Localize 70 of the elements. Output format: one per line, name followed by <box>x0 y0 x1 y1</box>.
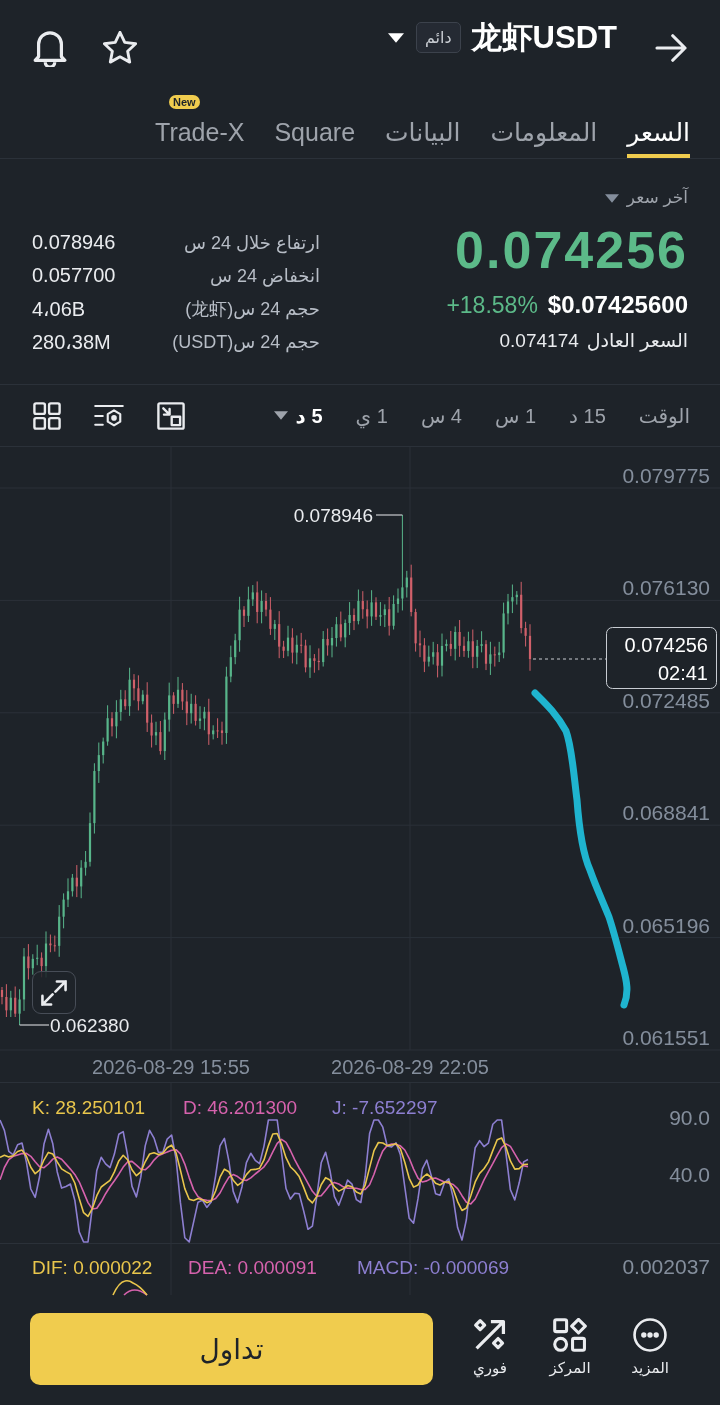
interval-tab[interactable]: الوقت <box>638 403 690 428</box>
indicator-axis-label: 90.0 <box>669 1106 710 1129</box>
more-button[interactable]: المزيد <box>610 1318 690 1377</box>
caret-icon[interactable] <box>387 32 404 43</box>
expand-icon <box>41 979 67 1006</box>
high-price-label: 0.078946 <box>293 505 373 526</box>
stat-label: حجم 24 س(USDT) <box>172 330 320 353</box>
low-leader-line <box>19 1024 50 1026</box>
last-price-tag-label: 0.074256 <box>624 634 708 656</box>
usd-price: $0.07425600 <box>547 290 688 320</box>
indicator-value-label: DIF: 0.000022 <box>32 1257 153 1278</box>
interval-dropdown[interactable]: 5 د <box>273 403 323 428</box>
expand-button[interactable] <box>32 971 76 1014</box>
indicator-axis-label: 0.002037 <box>622 1255 710 1278</box>
trade-button[interactable]: تداول <box>30 1313 433 1385</box>
tab[interactable]: Square <box>274 95 356 158</box>
countdown-label: 02:41 <box>657 662 708 684</box>
tab[interactable]: المعلومات <box>490 95 598 158</box>
dif-line <box>112 1279 148 1296</box>
indicator-axis-label: 40.0 <box>669 1163 710 1186</box>
stat-value: 0.057700 <box>32 264 116 287</box>
dea-line <box>123 1289 148 1296</box>
interval-tab[interactable]: 1 س <box>495 403 537 428</box>
tab[interactable]: السعر <box>627 95 690 158</box>
indicator-value-label: J: -7.652297 <box>332 1097 438 1118</box>
time-axis-label: 2026-08-29 15:55 <box>92 1056 250 1078</box>
diagonal-arrow-icon <box>473 1318 507 1352</box>
price-axis-label: 0.076130 <box>622 576 710 600</box>
resize-icon[interactable] <box>157 401 185 430</box>
new-badge: New <box>169 95 200 109</box>
last-price: 0.074256 <box>455 220 688 280</box>
stat-label: حجم 24 س(龙虾) <box>185 297 320 321</box>
grid-icon[interactable] <box>33 401 61 430</box>
price-axis-label: 0.068841 <box>622 801 710 825</box>
interval-tab[interactable]: 1 ي <box>355 403 388 428</box>
fair-price-label: السعر العادل <box>586 329 688 354</box>
star-icon[interactable] <box>103 30 137 65</box>
price-axis-label: 0.065196 <box>622 913 710 937</box>
bell-icon[interactable] <box>33 28 67 67</box>
interval-tab[interactable]: 4 س <box>420 403 462 428</box>
stat-value: 0.078946 <box>32 231 116 254</box>
stat-value: 280،38M <box>32 329 111 354</box>
tab[interactable]: البيانات <box>385 95 461 158</box>
high-leader-line <box>375 514 403 516</box>
more-icon <box>633 1318 667 1352</box>
price-axis-label: 0.072485 <box>622 688 710 712</box>
indicator-value-label: D: 46.201300 <box>183 1097 298 1118</box>
stat-value: 4،06B <box>32 296 86 321</box>
contract-badge: دائم <box>415 22 461 53</box>
price-type-dropdown[interactable]: آخر سعر <box>604 187 688 209</box>
fair-price-value: 0.074174 <box>499 329 579 353</box>
positions-button[interactable]: المركز <box>530 1318 610 1377</box>
price-change: +18.58% <box>446 291 538 320</box>
stat-label: انخفاض 24 س <box>210 264 320 287</box>
settings-icon[interactable] <box>94 402 124 429</box>
indicator-value-label: MACD: -0.000069 <box>357 1257 510 1278</box>
price-axis-label: 0.061551 <box>622 1026 710 1049</box>
arrow-icon[interactable] <box>655 33 687 62</box>
stat-label: ارتفاع خلال 24 س <box>184 231 320 254</box>
time-axis-label: 2026-08-29 22:05 <box>331 1056 489 1078</box>
instant-button[interactable]: فوري <box>450 1318 530 1377</box>
low-price-label: 0.062380 <box>50 1015 130 1036</box>
caret-icon <box>604 193 619 203</box>
indicator-value-label: DEA: 0.000091 <box>188 1257 317 1278</box>
pair-title: 龙虾USDT <box>470 18 617 57</box>
caret-icon <box>273 411 288 420</box>
indicator-value-label: K: 28.250101 <box>32 1097 146 1118</box>
shapes-grid-icon <box>553 1318 587 1352</box>
interval-tab[interactable]: 15 د <box>569 403 606 428</box>
price-axis-label: 0.079775 <box>622 464 710 487</box>
